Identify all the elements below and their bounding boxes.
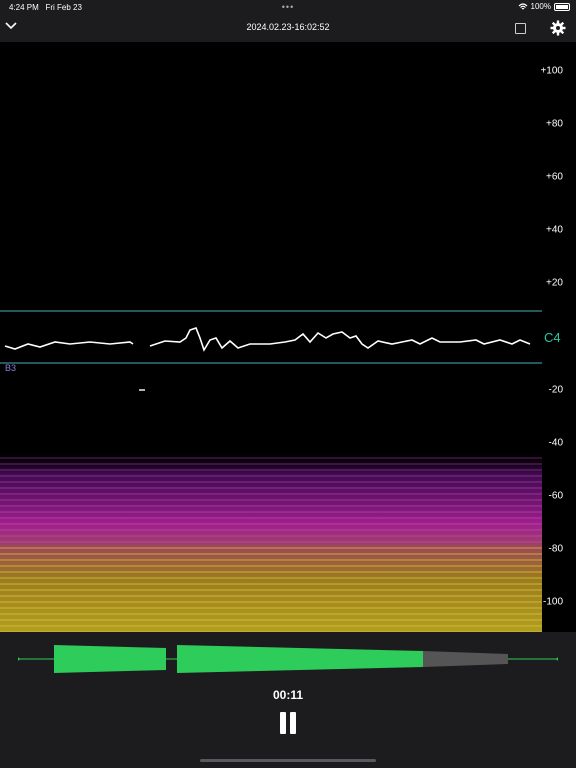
tick-label: +60 (546, 171, 563, 183)
lower-note-label: B3 (5, 363, 17, 373)
pitch-trace-2 (149, 327, 531, 352)
tick-label: -100 (542, 596, 563, 608)
status-right: 100% (518, 2, 570, 11)
battery-icon (554, 2, 570, 11)
home-indicator (200, 759, 376, 762)
status-date: Fri Feb 23 (45, 3, 82, 12)
waveform-scrubber[interactable] (18, 642, 558, 676)
gear-icon[interactable] (549, 19, 567, 37)
playback-time: 00:11 (272, 688, 304, 702)
tick-label: -60 (548, 490, 563, 502)
tick-label: +100 (540, 65, 563, 77)
pitch-trace (4, 341, 134, 350)
status-time: 4:24 PM Fri Feb 23 (9, 3, 82, 12)
more-dots-icon[interactable]: ••• (280, 2, 296, 12)
tick-label: -20 (548, 384, 563, 396)
battery-percent: 100% (530, 2, 551, 11)
export-icon[interactable] (515, 23, 526, 34)
recording-title: 2024.02.23-16:02:52 (246, 22, 330, 32)
tick-label: +80 (546, 118, 563, 130)
tick-label: +40 (546, 224, 563, 236)
tick-label: -40 (548, 437, 563, 449)
tick-label: -80 (548, 543, 563, 555)
status-time-text: 4:24 PM (9, 3, 39, 12)
current-note-label: C4 (544, 330, 561, 345)
tick-label: +20 (546, 277, 563, 289)
playback-panel: 00:11 (0, 632, 576, 768)
pause-icon[interactable] (279, 712, 297, 734)
nav-bar: ••• 2024.02.23-16:02:52 (0, 2, 576, 42)
spectrogram[interactable] (0, 42, 542, 632)
wifi-icon (518, 2, 527, 9)
